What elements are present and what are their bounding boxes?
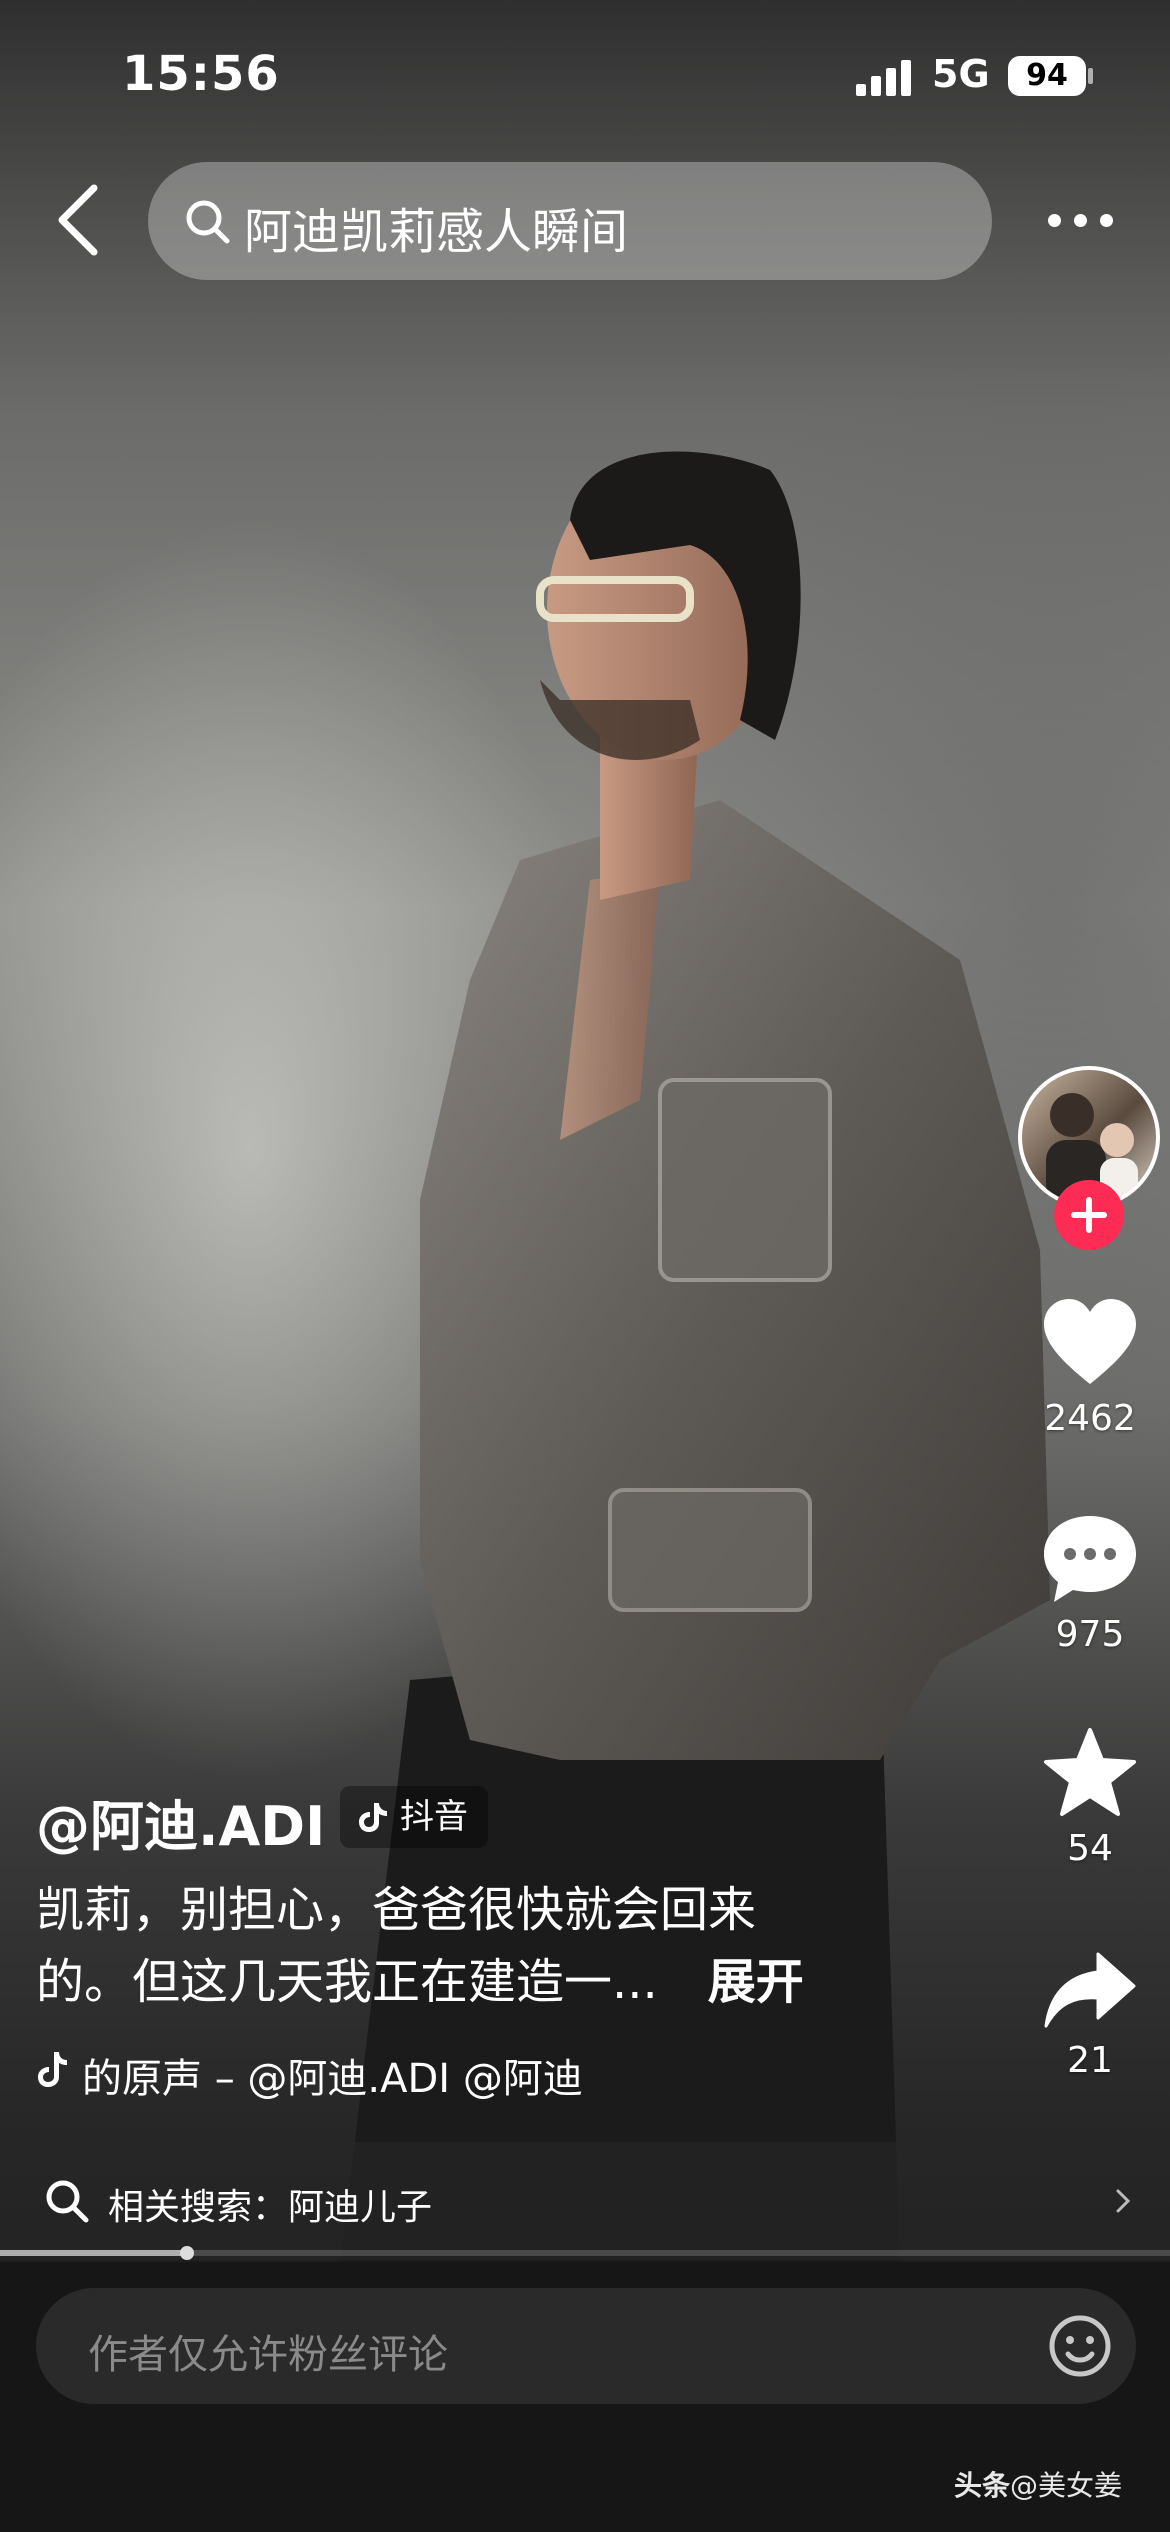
douyin-logo-icon — [359, 1803, 387, 1832]
watermark-brand: 头条 — [954, 2469, 1011, 2502]
music-info[interactable]: 的原声 – @阿迪.ADI @阿迪 — [36, 2042, 636, 2102]
battery-icon: 94 — [1008, 56, 1086, 96]
like-button[interactable]: 2462 — [1010, 1296, 1170, 1439]
search-query-text: 阿迪凯莉感人瞬间 — [244, 204, 629, 260]
like-count: 2462 — [1044, 1398, 1136, 1439]
platform-tag-label: 抖音 — [400, 1797, 468, 1837]
watermark: 头条@美女姜 — [954, 2464, 1122, 2504]
related-search-label: 相关搜索：阿迪儿子 — [108, 2187, 433, 2228]
caption-line-2: 的。但这几天我正在建造一... 展开 — [36, 1946, 936, 2018]
comment-bubble-icon — [1044, 1516, 1136, 1602]
platform-tag[interactable]: 抖音 — [340, 1786, 488, 1848]
emoji-icon[interactable] — [1046, 2312, 1114, 2380]
more-dot-icon — [1074, 214, 1087, 227]
related-search-bar[interactable]: 相关搜索：阿迪儿子 — [0, 2142, 1170, 2260]
status-bar: 15:56 5G 94 — [0, 0, 1170, 150]
search-icon — [46, 2180, 89, 2223]
comment-button[interactable]: 975 — [1010, 1512, 1170, 1655]
video-progress-bar[interactable] — [0, 2246, 1170, 2260]
video-caption[interactable]: 凯莉，别担心，爸爸很快就会回来 的。但这几天我正在建造一... 展开 — [36, 1874, 936, 2018]
more-dot-icon — [1048, 214, 1061, 227]
caption-line-1: 凯莉，别担心，爸爸很快就会回来 — [36, 1882, 757, 1938]
comment-placeholder: 作者仅允许粉丝评论 — [88, 2332, 448, 2378]
star-icon — [1044, 1728, 1136, 1816]
search-icon — [186, 200, 230, 244]
heart-icon — [1044, 1299, 1136, 1384]
expand-caption-button[interactable]: 展开 — [708, 1954, 804, 2010]
share-count: 21 — [1067, 2040, 1113, 2081]
share-button[interactable]: 21 — [1010, 1950, 1170, 2081]
music-title: 的原声 – @阿迪.ADI @阿迪 — [82, 2056, 583, 2102]
music-note-icon — [38, 2052, 67, 2087]
follow-button[interactable] — [1054, 1180, 1124, 1250]
network-type: 5G — [932, 52, 990, 96]
chevron-left-icon — [58, 184, 98, 256]
comment-count: 975 — [1055, 1614, 1125, 1655]
search-input[interactable]: 阿迪凯莉感人瞬间 — [148, 162, 992, 280]
favorite-count: 54 — [1067, 1828, 1113, 1869]
caption-line-2-text: 的。但这几天我正在建造一... — [36, 1954, 658, 2010]
back-button[interactable] — [50, 180, 110, 260]
battery-cap — [1088, 68, 1093, 84]
share-arrow-icon — [1044, 1952, 1136, 2028]
author-name[interactable]: @阿迪.ADI — [36, 1782, 325, 1861]
watermark-handle: @美女姜 — [1010, 2469, 1123, 2502]
more-options-button[interactable] — [1046, 200, 1116, 240]
status-time: 15:56 — [122, 46, 280, 102]
favorite-button[interactable]: 54 — [1010, 1726, 1170, 1869]
comment-input[interactable]: 作者仅允许粉丝评论 — [36, 2288, 1136, 2404]
plus-icon — [1071, 1197, 1107, 1233]
signal-strength-icon — [856, 60, 914, 96]
more-dot-icon — [1100, 214, 1113, 227]
progress-fill — [0, 2250, 188, 2256]
chevron-right-icon — [1116, 2189, 1131, 2213]
